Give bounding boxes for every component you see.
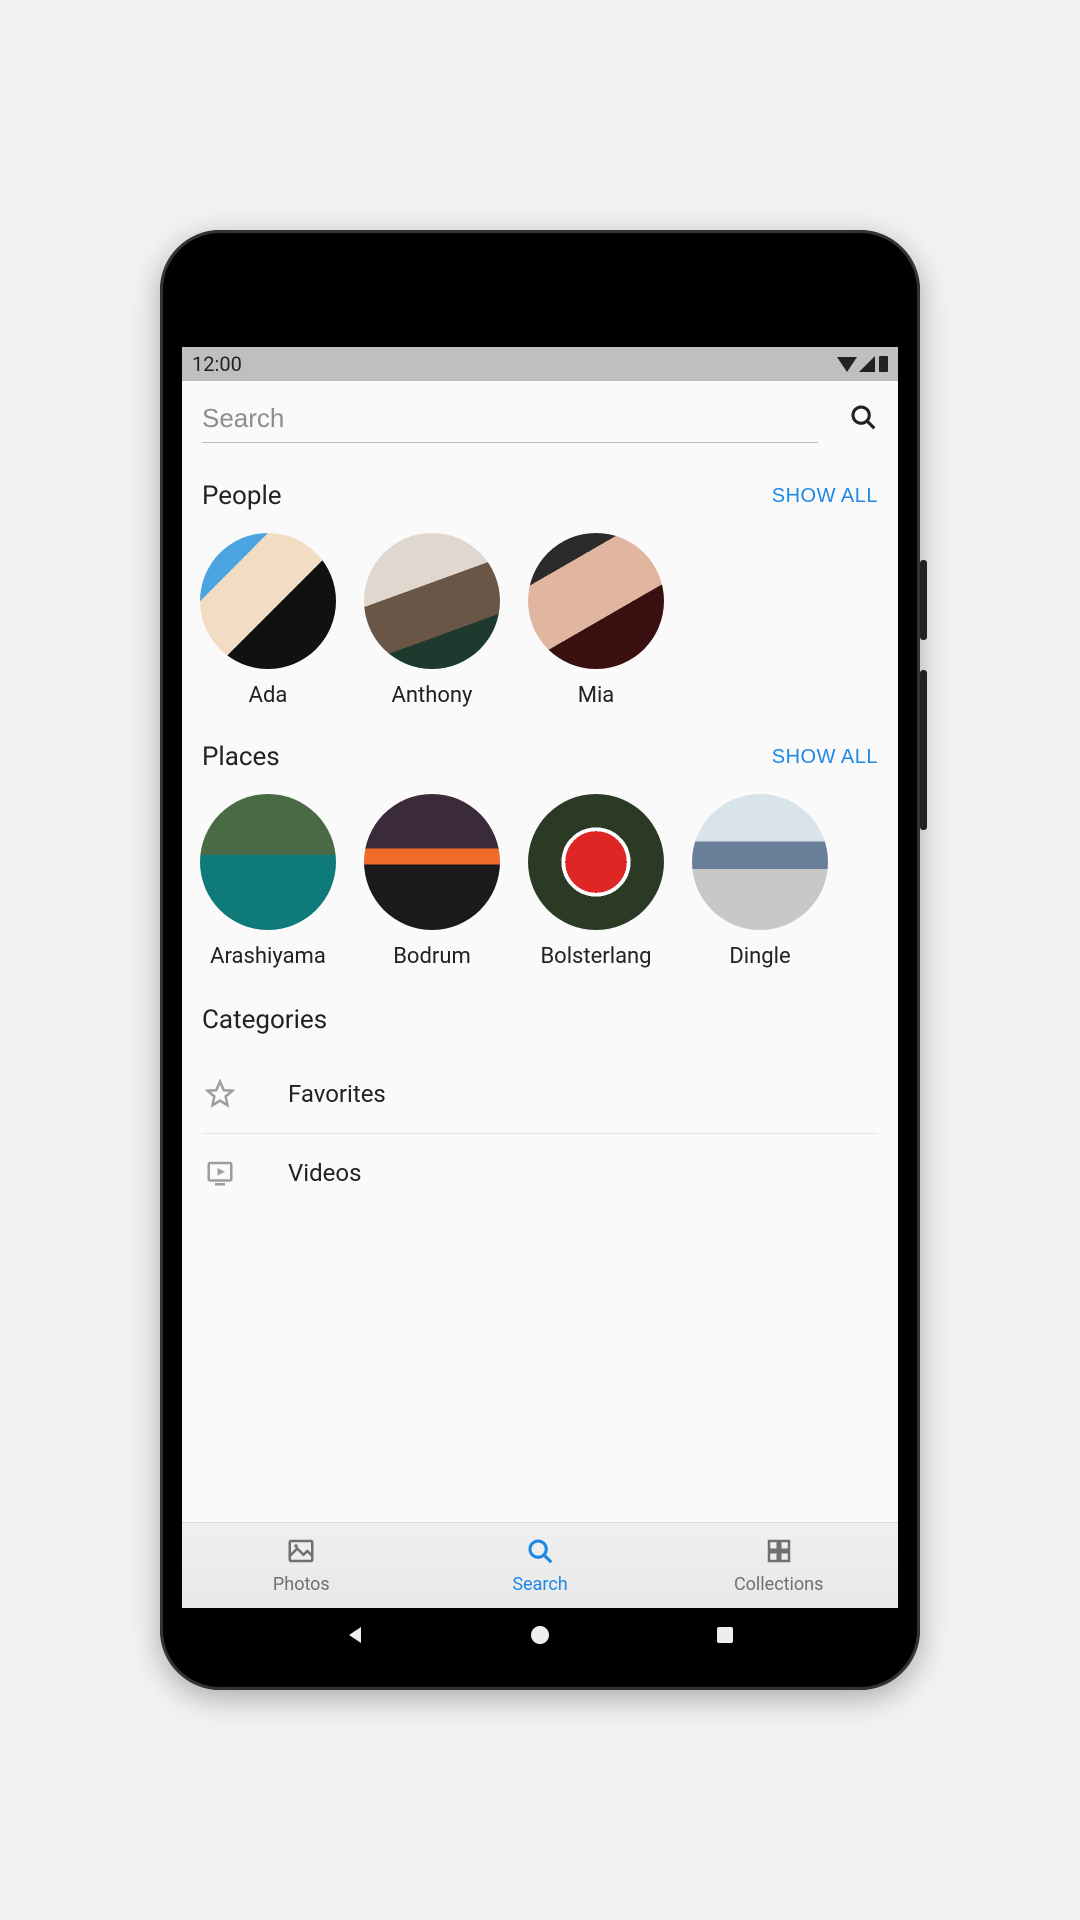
avatar: [528, 533, 664, 669]
category-label: Videos: [288, 1159, 361, 1187]
wifi-icon: [837, 357, 857, 372]
nav-label: Search: [512, 1574, 567, 1595]
search-icon: [525, 1536, 555, 1570]
collections-icon: [764, 1536, 794, 1570]
photos-icon: [286, 1536, 316, 1570]
people-show-all-button[interactable]: SHOW ALL: [772, 485, 878, 508]
phone-frame: 12:00 People: [160, 230, 920, 1690]
category-label: Favorites: [288, 1080, 386, 1108]
place-item[interactable]: Bolsterlang: [526, 794, 666, 969]
overview-button[interactable]: [713, 1623, 737, 1647]
place-thumbnail: [364, 794, 500, 930]
category-videos[interactable]: Videos: [202, 1134, 878, 1212]
person-item[interactable]: Anthony: [362, 533, 502, 708]
place-thumbnail: [692, 794, 828, 930]
places-title: Places: [202, 742, 280, 772]
people-section-header: People SHOW ALL: [182, 457, 898, 521]
person-name: Mia: [578, 683, 615, 708]
android-system-nav: [182, 1612, 898, 1658]
place-thumbnail: [528, 794, 664, 930]
categories-title: Categories: [202, 1005, 878, 1035]
search-input[interactable]: [202, 395, 818, 443]
place-name: Bolsterlang: [540, 944, 651, 969]
nav-label: Collections: [734, 1574, 823, 1595]
power-button: [920, 560, 927, 640]
place-item[interactable]: Arashiyama: [198, 794, 338, 969]
avatar: [364, 533, 500, 669]
category-favorites[interactable]: Favorites: [202, 1055, 878, 1134]
volume-button: [920, 670, 927, 830]
place-item[interactable]: Bodrum: [362, 794, 502, 969]
status-time: 12:00: [192, 352, 242, 376]
search-bar: [182, 381, 898, 451]
people-title: People: [202, 481, 282, 511]
signal-icon: [859, 356, 875, 372]
home-button[interactable]: [528, 1623, 552, 1647]
places-section-header: Places SHOW ALL: [182, 718, 898, 782]
places-show-all-button[interactable]: SHOW ALL: [772, 746, 878, 769]
avatar: [200, 533, 336, 669]
person-item[interactable]: Ada: [198, 533, 338, 708]
place-thumbnail: [200, 794, 336, 930]
nav-search[interactable]: Search: [421, 1523, 660, 1608]
person-name: Ada: [249, 683, 288, 708]
search-icon[interactable]: [848, 402, 878, 436]
nav-label: Photos: [273, 1574, 330, 1595]
nav-collections[interactable]: Collections: [659, 1523, 898, 1608]
place-name: Bodrum: [393, 944, 471, 969]
back-button[interactable]: [343, 1623, 367, 1647]
battery-icon: [879, 356, 888, 372]
status-bar: 12:00: [182, 347, 898, 381]
person-item[interactable]: Mia: [526, 533, 666, 708]
person-name: Anthony: [392, 683, 473, 708]
people-list[interactable]: Ada Anthony Mia: [182, 521, 898, 718]
nav-photos[interactable]: Photos: [182, 1523, 421, 1608]
place-name: Arashiyama: [210, 944, 326, 969]
places-list[interactable]: Arashiyama Bodrum Bolsterlang Dingle: [182, 782, 898, 979]
bottom-nav: Photos Search: [182, 1522, 898, 1608]
star-icon: [202, 1079, 238, 1109]
place-item[interactable]: Dingle: [690, 794, 830, 969]
video-icon: [202, 1158, 238, 1188]
place-name: Dingle: [729, 944, 790, 969]
